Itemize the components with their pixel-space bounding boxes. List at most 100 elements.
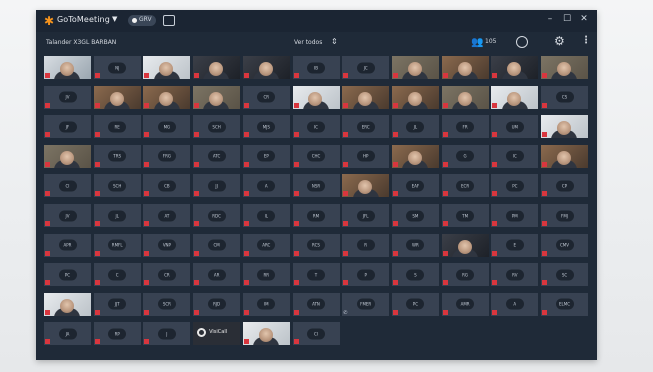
- participant-video-tile[interactable]: [391, 56, 439, 79]
- participant-tile[interactable]: RR: [242, 263, 290, 287]
- maximize-icon[interactable]: ☐: [561, 14, 573, 24]
- participant-tile[interactable]: AT: [143, 204, 191, 227]
- participant-tile[interactable]: JF: [44, 115, 91, 139]
- participant-tile[interactable]: ERC: [342, 115, 390, 139]
- settings-gear-icon[interactable]: ⚙: [554, 34, 565, 48]
- participant-tile[interactable]: RP: [93, 322, 141, 346]
- participant-tile[interactable]: JV: [44, 85, 91, 109]
- participant-tile[interactable]: WR: [391, 233, 439, 257]
- participant-tile[interactable]: SC: [541, 263, 588, 287]
- participant-tile[interactable]: CI: [292, 322, 340, 346]
- participant-video-tile[interactable]: [242, 56, 290, 79]
- participant-tile[interactable]: E: [491, 233, 539, 257]
- screen-share-icon[interactable]: [163, 15, 175, 26]
- participant-video-tile[interactable]: [292, 85, 340, 109]
- participant-tile[interactable]: S: [391, 263, 439, 287]
- participant-tile[interactable]: CHC: [292, 144, 340, 168]
- participant-tile[interactable]: NJ: [93, 56, 141, 79]
- more-vertical-icon[interactable]: ⋮: [581, 35, 591, 46]
- participant-tile[interactable]: JJT: [93, 292, 141, 316]
- participant-tile[interactable]: IL: [242, 204, 290, 227]
- participant-tile[interactable]: IM: [242, 292, 290, 316]
- participant-video-tile[interactable]: [441, 233, 489, 257]
- participant-tile[interactable]: CMV: [541, 233, 588, 257]
- record-button[interactable]: GRV: [128, 15, 156, 26]
- participant-tile[interactable]: SCH: [193, 115, 241, 139]
- participant-tile[interactable]: A: [242, 174, 290, 198]
- participant-video-tile[interactable]: [391, 85, 439, 109]
- participant-video-tile[interactable]: [342, 174, 390, 198]
- participant-tile[interactable]: EAF: [391, 174, 439, 198]
- participant-video-tile[interactable]: [541, 115, 588, 139]
- participant-video-tile[interactable]: [541, 144, 588, 168]
- participant-video-tile[interactable]: [391, 144, 439, 168]
- participant-tile[interactable]: RMFL: [93, 233, 141, 257]
- view-selector-chevron-icon[interactable]: ⇕: [331, 37, 338, 46]
- participant-tile[interactable]: A: [491, 292, 539, 316]
- participant-tile[interactable]: HP: [342, 144, 390, 168]
- participant-tile[interactable]: IC: [491, 144, 539, 168]
- participant-video-tile[interactable]: [441, 85, 489, 109]
- participant-video-tile[interactable]: [193, 85, 241, 109]
- people-icon[interactable]: 👥: [471, 37, 483, 49]
- participant-tile[interactable]: J: [143, 322, 191, 346]
- participant-video-tile[interactable]: [491, 85, 539, 109]
- participant-tile[interactable]: RV: [491, 263, 539, 287]
- participant-tile[interactable]: ATC: [193, 144, 241, 168]
- participant-tile[interactable]: SCH: [93, 174, 141, 198]
- participant-tile[interactable]: FR: [441, 115, 489, 139]
- participant-tile[interactable]: MG: [143, 115, 191, 139]
- participant-tile[interactable]: FMER ✆: [342, 292, 390, 316]
- participant-video-tile[interactable]: [441, 56, 489, 79]
- participant-tile[interactable]: UM: [491, 115, 539, 139]
- participant-tile[interactable]: R: [342, 233, 390, 257]
- participant-video-tile[interactable]: [143, 85, 191, 109]
- participant-tile[interactable]: JL: [93, 204, 141, 227]
- participant-tile[interactable]: CS: [541, 85, 588, 109]
- participant-tile[interactable]: AR: [193, 263, 241, 287]
- participant-tile[interactable]: IB: [292, 56, 340, 79]
- participant-video-tile[interactable]: [242, 322, 290, 346]
- participant-tile[interactable]: SCR: [143, 292, 191, 316]
- participant-tile[interactable]: FRG: [143, 144, 191, 168]
- participant-tile[interactable]: ECR: [441, 174, 489, 198]
- chevron-down-icon[interactable]: ▼: [112, 15, 117, 23]
- participant-tile[interactable]: JL: [391, 115, 439, 139]
- participant-tile[interactable]: MJS: [242, 115, 290, 139]
- participant-tile[interactable]: CI: [44, 174, 91, 198]
- participant-video-tile[interactable]: [342, 85, 390, 109]
- participant-tile[interactable]: IC: [292, 115, 340, 139]
- participant-tile[interactable]: APR: [44, 233, 91, 257]
- participant-tile[interactable]: PM: [491, 204, 539, 227]
- participant-tile[interactable]: CR: [143, 263, 191, 287]
- participant-tile[interactable]: JFL: [342, 204, 390, 227]
- participant-tile[interactable]: RCS: [292, 233, 340, 257]
- participant-tile[interactable]: TM: [441, 204, 489, 227]
- participant-tile[interactable]: JJ: [193, 174, 241, 198]
- participant-video-tile[interactable]: [491, 56, 539, 79]
- participant-video-tile[interactable]: [44, 144, 91, 168]
- chat-icon[interactable]: [516, 36, 528, 48]
- participant-video-tile[interactable]: [143, 56, 191, 79]
- participant-tile[interactable]: TRS: [93, 144, 141, 168]
- participant-tile[interactable]: CP: [541, 174, 588, 198]
- participant-video-tile[interactable]: [44, 56, 91, 79]
- participant-video-tile[interactable]: [44, 292, 91, 316]
- participant-tile[interactable]: CM: [193, 233, 241, 257]
- participant-tile[interactable]: PC: [44, 263, 91, 287]
- participant-tile[interactable]: G: [441, 144, 489, 168]
- participant-tile[interactable]: JV: [44, 204, 91, 227]
- participant-tile[interactable]: T: [292, 263, 340, 287]
- participant-tile[interactable]: JA: [44, 322, 91, 346]
- participant-tile[interactable]: CR: [242, 85, 290, 109]
- participant-tile[interactable]: VNP: [143, 233, 191, 257]
- participant-tile[interactable]: PC: [391, 292, 439, 316]
- participant-tile[interactable]: ATN: [292, 292, 340, 316]
- participant-tile[interactable]: RE: [93, 115, 141, 139]
- participant-video-tile[interactable]: [193, 56, 241, 79]
- participant-tile[interactable]: JC: [342, 56, 390, 79]
- participant-tile[interactable]: CB: [143, 174, 191, 198]
- participant-tile[interactable]: FMJ: [541, 204, 588, 227]
- participant-tile[interactable]: C: [93, 263, 141, 287]
- participant-video-tile[interactable]: [93, 85, 141, 109]
